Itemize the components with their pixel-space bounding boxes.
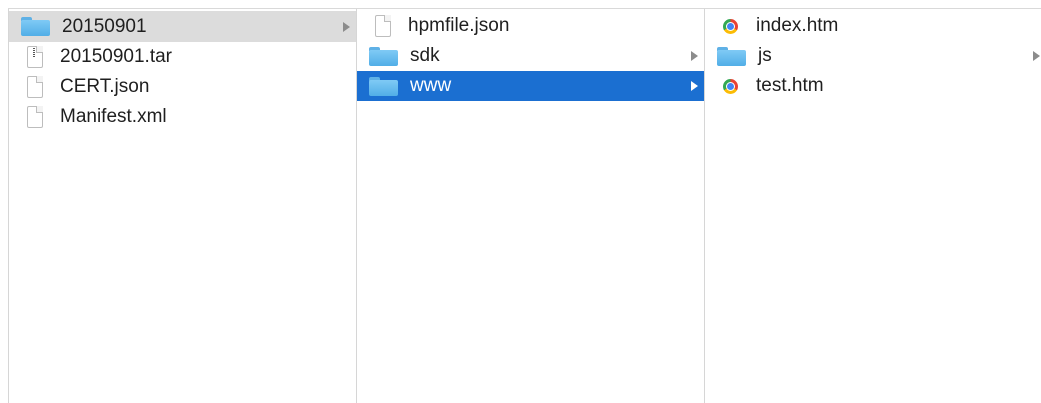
column-3[interactable]: index.htm js test.htm [704, 9, 1041, 403]
chevron-right-icon [1033, 51, 1040, 61]
archive-icon [27, 46, 43, 68]
item-label: 20150901.tar [60, 46, 172, 67]
document-icon [27, 106, 43, 128]
folder-icon [21, 17, 50, 36]
item-label: hpmfile.json [408, 15, 510, 36]
document-icon [27, 76, 43, 98]
item-label: js [758, 45, 772, 66]
chevron-right-icon [691, 81, 698, 91]
chevron-right-icon [343, 21, 350, 32]
document-icon [375, 15, 391, 37]
finder-column-browser: 20150901 20150901.tar CERT.json Manifest… [0, 0, 1041, 403]
chevron-right-icon [691, 51, 698, 61]
column-1[interactable]: 20150901 20150901.tar CERT.json Manifest… [8, 9, 356, 403]
list-item-sdk[interactable]: sdk [357, 41, 704, 71]
list-item-manifest-xml[interactable]: Manifest.xml [9, 102, 356, 132]
item-label: www [410, 75, 452, 96]
folder-icon [369, 76, 398, 96]
item-label: 20150901 [62, 15, 147, 37]
item-label: index.htm [756, 15, 839, 36]
list-item-20150901-tar[interactable]: 20150901.tar [9, 42, 356, 72]
chrome-html-icon [723, 18, 738, 34]
item-label: sdk [410, 45, 440, 66]
list-item-js[interactable]: js [705, 41, 1041, 71]
item-label: Manifest.xml [60, 106, 167, 127]
list-item-test-htm[interactable]: test.htm [705, 71, 1041, 101]
list-item-cert-json[interactable]: CERT.json [9, 72, 356, 102]
list-item-20150901[interactable]: 20150901 [9, 11, 356, 42]
list-item-index-htm[interactable]: index.htm [705, 11, 1041, 41]
folder-icon [717, 46, 746, 66]
list-item-www[interactable]: www [357, 71, 704, 101]
folder-icon [369, 46, 398, 66]
item-label: test.htm [756, 75, 824, 96]
chrome-html-icon [723, 78, 738, 94]
column-2[interactable]: hpmfile.json sdk www [356, 9, 704, 403]
list-item-hpmfile-json[interactable]: hpmfile.json [357, 11, 704, 41]
item-label: CERT.json [60, 76, 150, 97]
